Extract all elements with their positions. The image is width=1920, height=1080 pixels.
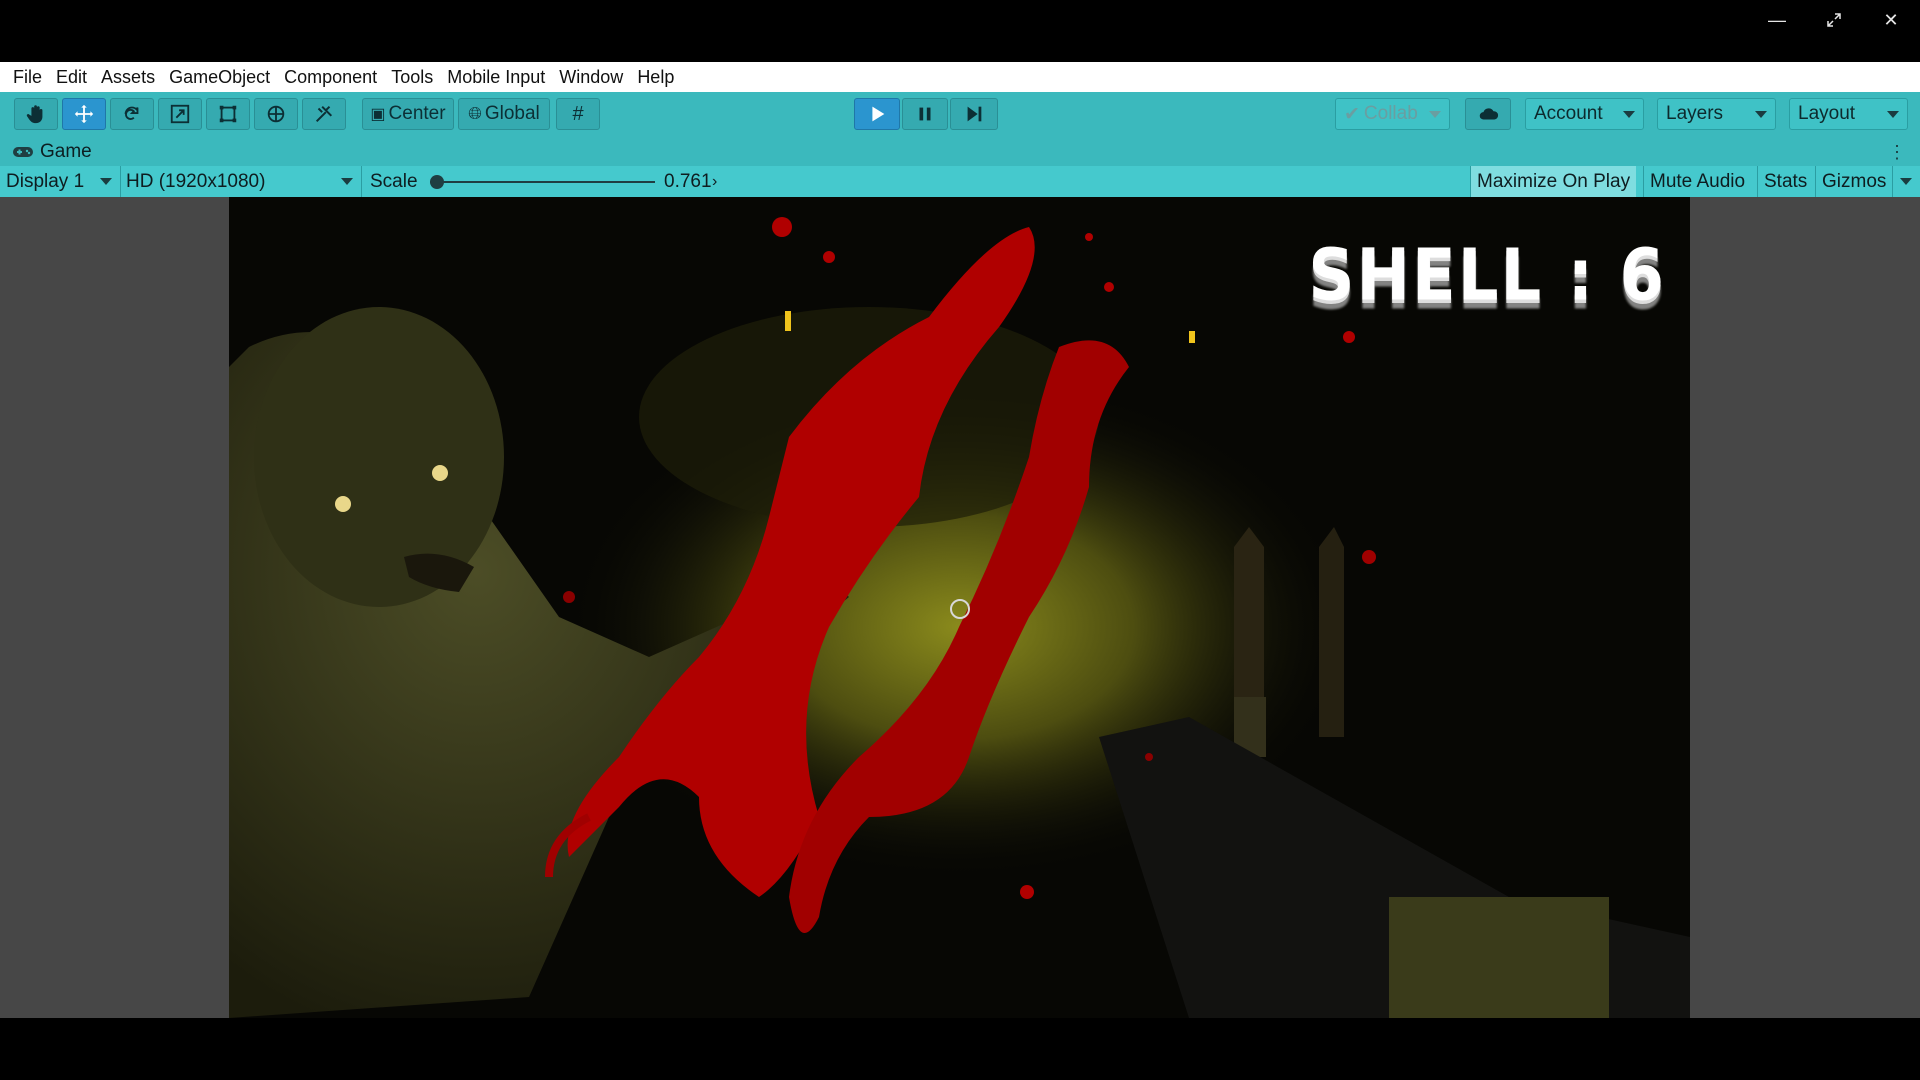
gizmos-toggle[interactable]: Gizmos bbox=[1815, 166, 1892, 197]
close-icon[interactable]: ✕ bbox=[1863, 0, 1919, 40]
scale-slider[interactable] bbox=[430, 175, 655, 189]
menu-mobile-input[interactable]: Mobile Input bbox=[440, 62, 552, 92]
account-dropdown[interactable]: Account bbox=[1525, 98, 1644, 130]
menu-tools[interactable]: Tools bbox=[384, 62, 440, 92]
grid-snap-button[interactable]: # bbox=[556, 98, 600, 130]
move-tool-button[interactable] bbox=[62, 98, 106, 130]
mute-audio-toggle[interactable]: Mute Audio bbox=[1643, 166, 1751, 197]
rotate-tool-button[interactable] bbox=[110, 98, 154, 130]
chevron-down-icon[interactable] bbox=[1900, 178, 1912, 185]
check-icon: ✔ bbox=[1344, 103, 1360, 125]
step-icon bbox=[967, 106, 982, 122]
collab-label: Collab bbox=[1363, 103, 1418, 124]
chevron-down-icon bbox=[100, 178, 112, 185]
menu-edit[interactable]: Edit bbox=[49, 62, 94, 92]
menu-component[interactable]: Component bbox=[277, 62, 384, 92]
custom-tool-icon bbox=[315, 105, 333, 123]
separator bbox=[361, 166, 362, 197]
display-dropdown[interactable]: Display 1 bbox=[0, 166, 120, 197]
space-label: Global bbox=[484, 103, 540, 124]
space-toggle-button[interactable]: 🌐︎ Global bbox=[458, 98, 550, 130]
bottom-bar bbox=[0, 1018, 1920, 1080]
maximize-on-play-toggle[interactable]: Maximize On Play bbox=[1470, 166, 1637, 197]
cloud-icon bbox=[1479, 108, 1499, 120]
scale-slider-thumb[interactable] bbox=[430, 175, 444, 189]
grid-snap-icon: # bbox=[572, 102, 584, 125]
menu-gameobject[interactable]: GameObject bbox=[162, 62, 277, 92]
game-viewport: SHELL : 6 bbox=[0, 197, 1920, 1018]
menu-assets[interactable]: Assets bbox=[94, 62, 162, 92]
shell-counter: SHELL : 6 bbox=[1308, 234, 1666, 318]
chevron-down-icon bbox=[1623, 111, 1635, 118]
menu-help[interactable]: Help bbox=[630, 62, 681, 92]
pause-icon bbox=[919, 107, 931, 121]
menu-window[interactable]: Window bbox=[552, 62, 630, 92]
chevron-down-icon bbox=[1429, 111, 1441, 118]
layout-label: Layout bbox=[1798, 103, 1856, 124]
game-tab[interactable]: Game ⋮ bbox=[0, 138, 1920, 166]
scale-label: Scale bbox=[370, 171, 418, 192]
hand-icon bbox=[26, 105, 43, 124]
layers-dropdown[interactable]: Layers bbox=[1657, 98, 1776, 130]
globe-icon: 🌐︎ bbox=[468, 104, 482, 123]
pause-button[interactable] bbox=[902, 98, 948, 130]
more-options-icon[interactable]: ⋮ bbox=[1888, 142, 1906, 162]
hand-tool-button[interactable] bbox=[14, 98, 58, 130]
scale-chevron-icon: › bbox=[712, 173, 718, 190]
step-button[interactable] bbox=[950, 98, 998, 130]
rect-icon bbox=[219, 105, 237, 123]
custom-tool-button[interactable] bbox=[302, 98, 346, 130]
scale-icon bbox=[170, 104, 190, 124]
title-bar: — ✕ bbox=[0, 0, 1920, 62]
cloud-button[interactable] bbox=[1465, 98, 1511, 130]
rect-tool-button[interactable] bbox=[206, 98, 250, 130]
chevron-down-icon bbox=[341, 178, 353, 185]
account-label: Account bbox=[1534, 103, 1603, 124]
collab-dropdown[interactable]: ✔ Collab bbox=[1335, 98, 1450, 130]
stats-toggle[interactable]: Stats bbox=[1757, 166, 1813, 197]
scale-value: 0.761 bbox=[664, 171, 712, 192]
resolution-dropdown[interactable]: HD (1920x1080) bbox=[121, 166, 361, 197]
pivot-label: Center bbox=[388, 103, 446, 124]
game-view-toolbar: Display 1 HD (1920x1080) Scale 0.761 › M… bbox=[0, 166, 1920, 197]
game-tab-label: Game bbox=[40, 141, 92, 162]
resolution-label: HD (1920x1080) bbox=[126, 171, 266, 192]
pivot-toggle-button[interactable]: ▣ Center bbox=[362, 98, 454, 130]
move-icon bbox=[74, 104, 94, 124]
rotate-icon bbox=[124, 106, 139, 120]
scale-slider-track bbox=[430, 181, 655, 183]
menu-file[interactable]: File bbox=[6, 62, 49, 92]
play-icon bbox=[872, 106, 885, 122]
layers-label: Layers bbox=[1666, 103, 1724, 124]
main-toolbar: ▣ Center 🌐︎ Global # ✔ Collab Account La… bbox=[0, 92, 1920, 138]
chevron-down-icon bbox=[1755, 111, 1767, 118]
transform-tool-button[interactable] bbox=[254, 98, 298, 130]
restore-icon[interactable] bbox=[1806, 0, 1862, 40]
chevron-down-icon bbox=[1887, 111, 1899, 118]
layout-dropdown[interactable]: Layout bbox=[1789, 98, 1908, 130]
minimize-icon[interactable]: — bbox=[1749, 0, 1805, 40]
scale-tool-button[interactable] bbox=[158, 98, 202, 130]
crosshair-icon bbox=[950, 599, 970, 619]
gamepad-icon bbox=[13, 147, 33, 157]
pivot-icon: ▣ bbox=[370, 106, 386, 123]
play-button[interactable] bbox=[854, 98, 900, 130]
transform-icon bbox=[267, 105, 285, 123]
menu-bar: File Edit Assets GameObject Component To… bbox=[0, 62, 1920, 92]
display-label: Display 1 bbox=[6, 171, 85, 192]
game-scene[interactable]: SHELL : 6 bbox=[229, 197, 1690, 1018]
separator bbox=[1892, 166, 1893, 197]
